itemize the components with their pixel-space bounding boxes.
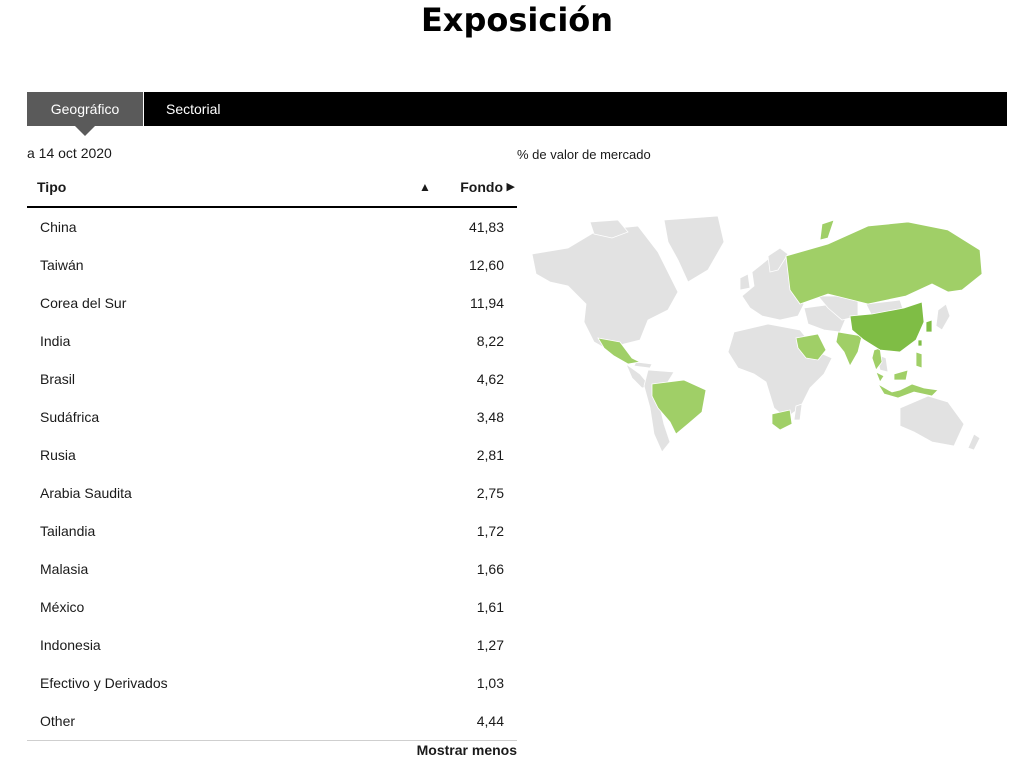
row-country-name: Malasia — [40, 561, 89, 577]
map-russia — [785, 221, 983, 305]
row-country-name: Brasil — [40, 371, 76, 387]
as-of-date: a 14 oct 2020 — [27, 145, 112, 161]
map-new-zealand — [967, 433, 981, 451]
row-country-name: Sudáfrica — [40, 409, 100, 425]
row-country-name: Tailandia — [40, 523, 96, 539]
row-fund-value: 4,62 — [476, 371, 504, 387]
row-fund-value: 8,22 — [476, 333, 504, 349]
row-fund-value: 1,27 — [476, 637, 504, 653]
map-caption: % de valor de mercado — [517, 147, 651, 162]
page-title: Exposición — [420, 1, 614, 39]
row-country-name: Indonesia — [40, 637, 101, 653]
row-fund-value: 1,61 — [476, 599, 504, 615]
tab-bar: Geográfico Sectorial — [27, 92, 1007, 136]
map-greenland — [663, 215, 725, 283]
map-korea — [925, 319, 933, 333]
row-country-name: Taiwán — [40, 257, 84, 273]
table-row: India 8,22 — [27, 322, 517, 360]
row-fund-value: 41,83 — [468, 219, 504, 235]
tab-geografico[interactable]: Geográfico — [27, 92, 143, 136]
row-country-name: Corea del Sur — [40, 295, 127, 311]
row-fund-value: 1,03 — [476, 675, 504, 691]
row-fund-value: 2,75 — [476, 485, 504, 501]
row-country-name: México — [40, 599, 85, 615]
column-header-tipo[interactable]: Tipo — [37, 179, 66, 195]
map-india — [835, 331, 863, 367]
map-japan — [935, 303, 951, 331]
column-header-fondo[interactable]: Fondo — [460, 179, 503, 195]
map-south-africa — [771, 409, 793, 431]
map-australia — [899, 395, 965, 447]
show-less-button[interactable]: Mostrar menos — [417, 742, 517, 758]
row-country-name: Arabia Saudita — [40, 485, 132, 501]
row-country-name: Efectivo y Derivados — [40, 675, 168, 691]
table-body: China 41,83 Taiwán 12,60 Corea del Sur 11,94 I… — [27, 208, 517, 740]
table-row: Tailandia 1,72 — [27, 512, 517, 550]
row-fund-value: 1,72 — [476, 523, 504, 539]
row-country-name: India — [40, 333, 71, 349]
row-fund-value: 4,44 — [476, 713, 504, 729]
table-row: Taiwán 12,60 — [27, 246, 517, 284]
row-country-name: Rusia — [40, 447, 76, 463]
table-row: Brasil 4,62 — [27, 360, 517, 398]
tab-sectorial[interactable]: Sectorial — [143, 92, 242, 126]
row-fund-value: 3,48 — [476, 409, 504, 425]
table-row: Arabia Saudita 2,75 — [27, 474, 517, 512]
table-row: Other 4,44 — [27, 702, 517, 740]
exposure-table: Tipo ▲ Fondo ▶ China 41,83 Taiwán 12,60 Core… — [27, 172, 517, 758]
table-row: Rusia 2,81 — [27, 436, 517, 474]
table-row: México 1,61 — [27, 588, 517, 626]
row-fund-value: 2,81 — [476, 447, 504, 463]
table-row: Malasia 1,66 — [27, 550, 517, 588]
row-country-name: China — [40, 219, 77, 235]
table-row: Sudáfrica 3,48 — [27, 398, 517, 436]
world-map — [531, 215, 983, 453]
map-malaysia — [875, 369, 909, 383]
sort-ascending-icon[interactable]: ▲ — [419, 180, 431, 194]
table-row: China 41,83 — [27, 208, 517, 246]
map-north-america — [531, 225, 679, 351]
table-header: Tipo ▲ Fondo ▶ — [27, 172, 517, 208]
row-fund-value: 12,60 — [468, 257, 504, 273]
table-row: Efectivo y Derivados 1,03 — [27, 664, 517, 702]
map-philippines — [915, 351, 923, 369]
map-uk — [739, 273, 751, 291]
table-row: Indonesia 1,27 — [27, 626, 517, 664]
map-russia-islands — [819, 219, 835, 241]
table-row: Corea del Sur 11,94 — [27, 284, 517, 322]
row-country-name: Other — [40, 713, 76, 729]
row-fund-value: 1,66 — [476, 561, 504, 577]
map-taiwan — [917, 339, 923, 347]
row-fund-value: 11,94 — [470, 295, 504, 311]
sort-arrow-right-icon[interactable]: ▶ — [507, 180, 515, 193]
